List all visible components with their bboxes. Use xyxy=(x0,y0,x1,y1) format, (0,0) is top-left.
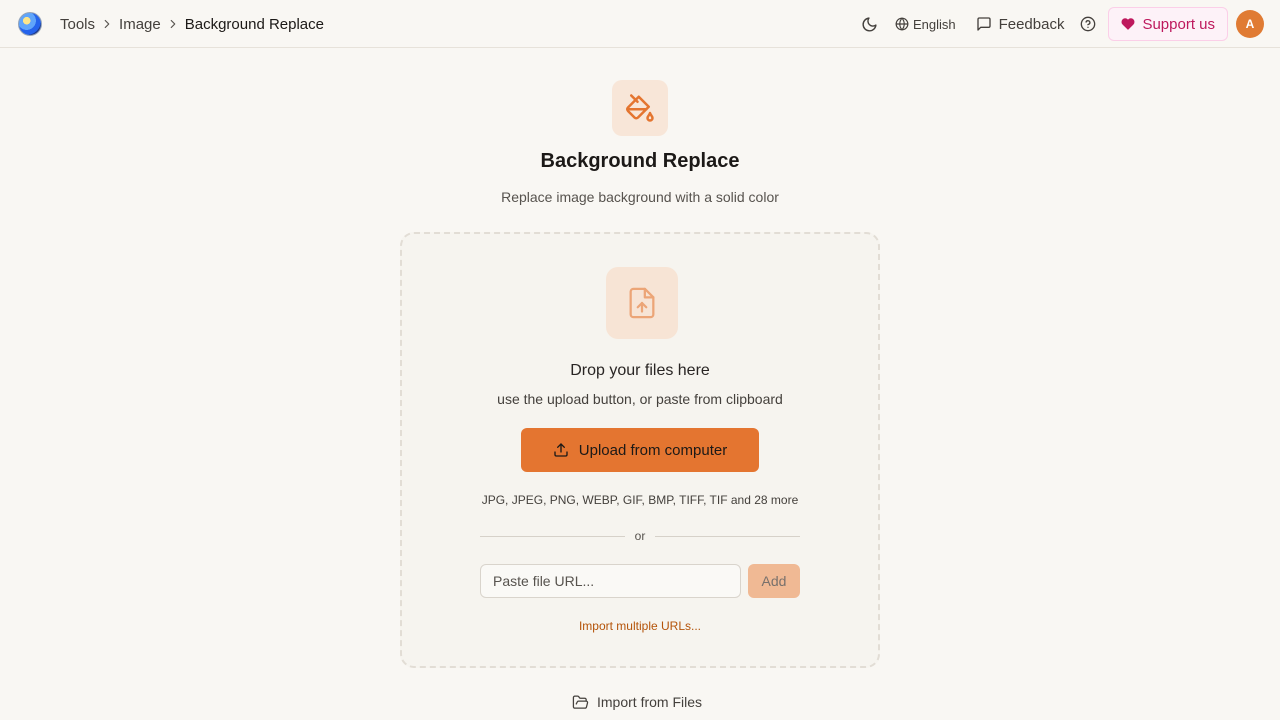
dropzone-title: Drop your files here xyxy=(570,362,710,379)
moon-icon xyxy=(862,16,877,31)
page-title: Background Replace xyxy=(540,150,740,172)
file-dropzone[interactable]: Drop your files here use the upload butt… xyxy=(400,232,880,668)
message-square-icon xyxy=(976,17,991,31)
breadcrumb: Tools Image Background Replace xyxy=(60,0,324,48)
breadcrumb-current: Background Replace xyxy=(184,15,324,33)
breadcrumb-tools[interactable]: Tools xyxy=(60,16,95,33)
theme-toggle-button[interactable] xyxy=(861,14,881,34)
support-us-label: Support us xyxy=(1142,15,1215,33)
upload-from-computer-button[interactable]: Upload from computer xyxy=(521,428,759,472)
header-actions: English Feedback Support us A xyxy=(861,0,1264,48)
divider-line xyxy=(655,535,801,537)
page-subtitle: Replace image background with a solid co… xyxy=(501,189,779,205)
dropzone-subtitle: use the upload button, or paste from cli… xyxy=(497,391,783,407)
supported-formats: JPG, JPEG, PNG, WEBP, GIF, BMP, TIFF, TI… xyxy=(481,493,799,507)
top-navigation-bar: Tools Image Background Replace English F… xyxy=(0,0,1280,48)
help-circle-icon xyxy=(1081,16,1096,32)
import-from-files-label: Import from Files xyxy=(597,694,703,710)
add-url-button[interactable]: Add xyxy=(748,564,800,598)
file-upload-icon xyxy=(606,267,678,339)
feedback-button[interactable]: Feedback xyxy=(976,15,1065,33)
or-divider: or xyxy=(480,528,801,544)
chevron-right-icon xyxy=(95,16,119,32)
import-from-files-button[interactable]: Import from Files xyxy=(572,690,702,714)
feedback-label: Feedback xyxy=(998,15,1065,33)
or-label: or xyxy=(634,529,646,543)
chevron-right-icon xyxy=(161,16,185,32)
support-us-button[interactable]: Support us xyxy=(1108,7,1228,41)
avatar[interactable]: A xyxy=(1236,10,1264,38)
breadcrumb-image[interactable]: Image xyxy=(119,16,161,33)
heart-icon xyxy=(1121,18,1135,30)
file-url-input[interactable] xyxy=(480,564,741,598)
language-label: English xyxy=(912,16,956,32)
upload-label: Upload from computer xyxy=(578,441,728,459)
upload-icon xyxy=(554,443,568,457)
globe-icon xyxy=(895,17,909,31)
app-logo[interactable] xyxy=(18,12,42,36)
paint-bucket-icon xyxy=(612,80,668,136)
language-select-button[interactable]: English xyxy=(895,17,956,32)
help-button[interactable] xyxy=(1080,16,1096,32)
divider-line xyxy=(480,535,625,537)
folder-open-icon xyxy=(572,694,589,709)
import-multiple-urls-link[interactable]: Import multiple URLs... xyxy=(402,619,878,633)
